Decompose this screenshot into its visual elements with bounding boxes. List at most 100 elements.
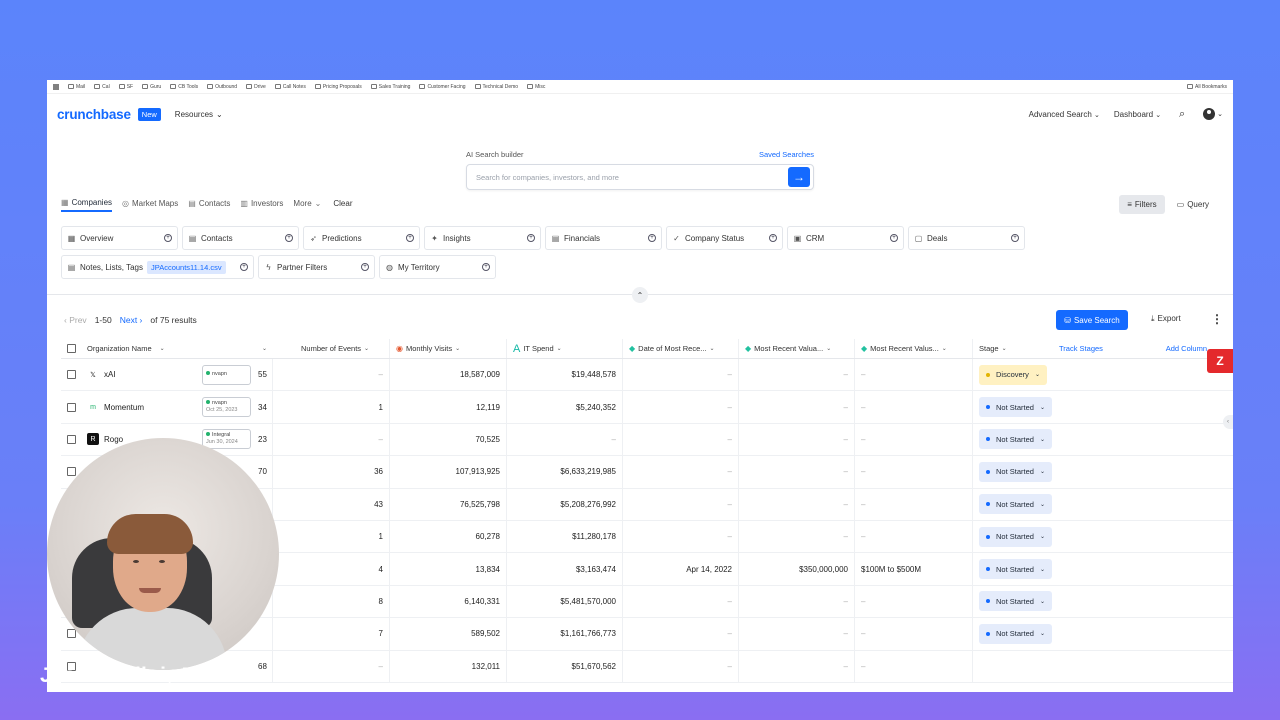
org-name[interactable]: Rogo xyxy=(104,435,123,444)
stage-dropdown[interactable]: Not Started ⌄ xyxy=(979,397,1052,418)
row-select[interactable] xyxy=(61,424,81,455)
table-row[interactable]: 𝕏xAI nvapn 55 – 18,587,009 $19,448,578 – – – Disc… xyxy=(61,359,1233,392)
filter-chip-partner-filters[interactable]: ϟ Partner Filters + xyxy=(258,255,375,279)
filter-chip-contacts[interactable]: ▤ Contacts + xyxy=(182,226,299,250)
export-button[interactable]: ⤓ Export xyxy=(1151,314,1181,324)
stage-dropdown[interactable]: Not Started ⌄ xyxy=(979,429,1052,450)
bookmark-item[interactable]: CB Tools xyxy=(170,84,198,90)
status-pill[interactable]: nvapn Oct 25, 2023 xyxy=(202,397,251,418)
zendesk-icon[interactable]: Z xyxy=(1207,349,1233,373)
col-stage[interactable]: Stage ⌄ xyxy=(973,339,1053,358)
col-events[interactable]: Number of Events ⌄ xyxy=(273,339,390,358)
stage-dropdown[interactable]: Not Started ⌄ xyxy=(979,591,1052,612)
add-circle-icon[interactable]: + xyxy=(1011,234,1019,242)
stage-dropdown[interactable]: Not Started ⌄ xyxy=(979,559,1052,580)
chevron-left-icon[interactable]: ‹ xyxy=(1223,415,1233,429)
query-button[interactable]: ▭ Query xyxy=(1169,195,1217,214)
filter-chip-notes[interactable]: ▤ Notes, Lists, Tags JPAccounts11.14.csv + xyxy=(61,255,254,279)
add-circle-icon[interactable]: + xyxy=(482,263,490,271)
resources-menu[interactable]: Resources ⌄ xyxy=(175,110,223,119)
filter-chip-deals[interactable]: ▢ Deals + xyxy=(908,226,1025,250)
filter-chip-crm[interactable]: ▣ CRM + xyxy=(787,226,904,250)
chevron-up-icon[interactable]: ⌃ xyxy=(632,287,648,303)
stage-dropdown[interactable]: Not Started ⌄ xyxy=(979,494,1052,515)
bookmark-item[interactable]: Call Notes xyxy=(274,84,306,90)
arrow-right-icon[interactable]: → xyxy=(788,167,810,187)
row-select[interactable] xyxy=(61,391,81,422)
add-circle-icon[interactable]: + xyxy=(890,234,898,242)
table-row[interactable]: m Momentum nvapn Oct 25, 2023 34 1 12,119 $5,24… xyxy=(61,391,1233,424)
tab-more[interactable]: More ⌄ xyxy=(293,199,321,211)
next-page-button[interactable]: Next › xyxy=(120,315,143,325)
org-name[interactable]: Momentum xyxy=(104,403,144,412)
add-circle-icon[interactable]: + xyxy=(164,234,172,242)
all-bookmarks[interactable]: All Bookmarks xyxy=(1187,84,1227,90)
filter-chip-financials[interactable]: ▤ Financials + xyxy=(545,226,662,250)
add-circle-icon[interactable]: + xyxy=(769,234,777,242)
add-circle-icon[interactable]: + xyxy=(527,234,535,242)
org-cell[interactable]: m Momentum xyxy=(81,391,200,422)
filter-chip-company-status[interactable]: ✓ Company Status + xyxy=(666,226,783,250)
select-all[interactable] xyxy=(61,339,81,358)
checkbox[interactable] xyxy=(66,434,76,444)
list-tag-pill[interactable]: JPAccounts11.14.csv xyxy=(147,260,226,274)
col-date[interactable]: ◆ Date of Most Rece... ⌄ xyxy=(623,339,739,358)
checkbox[interactable] xyxy=(66,344,76,353)
add-circle-icon[interactable]: + xyxy=(285,234,293,242)
bookmark-item[interactable]: Misc xyxy=(527,84,545,90)
row-select[interactable] xyxy=(61,359,81,390)
checkbox[interactable] xyxy=(66,402,76,412)
col-valuation[interactable]: ◆ Most Recent Valua... ⌄ xyxy=(739,339,855,358)
bookmark-item[interactable]: Pricing Proposals xyxy=(314,84,362,90)
filter-chip-my-territory[interactable]: ◍ My Territory + xyxy=(379,255,496,279)
bookmark-item[interactable]: Outbound xyxy=(207,84,237,90)
more-options-icon[interactable]: ⋮ xyxy=(1211,312,1223,326)
bookmark-item[interactable]: Drive xyxy=(246,84,266,90)
checkbox[interactable] xyxy=(66,370,76,380)
bookmark-item[interactable]: Technical Demo xyxy=(474,84,518,90)
table-row[interactable]: 68 – 132,011 $51,670,562 – – – xyxy=(61,650,1233,683)
dashboard-menu[interactable]: Dashboard ⌄ xyxy=(1114,110,1161,119)
filters-button[interactable]: ≡ Filters xyxy=(1119,195,1165,214)
save-search-button[interactable]: ⛁ Save Search xyxy=(1056,310,1128,330)
stage-dropdown[interactable]: Not Started ⌄ xyxy=(979,623,1052,644)
filter-chip-overview[interactable]: ▦ Overview + xyxy=(61,226,178,250)
bookmark-item[interactable]: Sales Training xyxy=(370,84,410,90)
prev-page-button[interactable]: ‹ Prev xyxy=(64,315,87,325)
bookmark-item[interactable]: SF xyxy=(118,84,133,90)
saved-searches-link[interactable]: Saved Searches xyxy=(759,150,814,159)
col-monthly-visits[interactable]: ◉ Monthly Visits ⌄ xyxy=(390,339,507,358)
add-column-link[interactable]: Add Column xyxy=(1133,339,1213,358)
filter-chip-insights[interactable]: ✦ Insights + xyxy=(424,226,541,250)
add-circle-icon[interactable]: + xyxy=(406,234,414,242)
search-sparkle-icon[interactable]: ⌕ xyxy=(1175,107,1189,121)
status-pill[interactable]: Integral Jun 30, 2024 xyxy=(202,429,251,450)
org-cell[interactable]: 𝕏xAI xyxy=(81,359,200,390)
crunchbase-logo[interactable]: crunchbase xyxy=(57,107,131,122)
bookmark-item[interactable]: Cal xyxy=(94,84,110,90)
filter-chip-predictions[interactable]: ➶ Predictions + xyxy=(303,226,420,250)
bookmark-item[interactable]: Mail xyxy=(68,84,85,90)
stage-dropdown[interactable]: Discovery ⌄ xyxy=(979,364,1047,385)
checkbox[interactable] xyxy=(66,467,76,477)
bookmark-item[interactable]: Guru xyxy=(142,84,161,90)
org-name[interactable]: xAI xyxy=(104,370,116,379)
checkbox[interactable] xyxy=(66,629,76,639)
col-valuation-range[interactable]: ◆ Most Recent Valus... ⌄ xyxy=(855,339,973,358)
col-it-spend[interactable]: A IT Spend ⌄ xyxy=(507,339,623,358)
add-circle-icon[interactable]: + xyxy=(361,263,369,271)
tab-investors[interactable]: ▥ Investors xyxy=(240,199,283,211)
add-circle-icon[interactable]: + xyxy=(648,234,656,242)
bookmark-item[interactable]: Customer Facing xyxy=(419,84,466,90)
advanced-search-menu[interactable]: Advanced Search ⌄ xyxy=(1029,110,1100,119)
tab-market-maps[interactable]: ◎ Market Maps xyxy=(122,199,178,211)
clear-button[interactable]: Clear xyxy=(333,199,352,211)
status-pill[interactable]: nvapn xyxy=(202,364,251,385)
tab-companies[interactable]: ▦ Companies xyxy=(61,198,113,212)
add-circle-icon[interactable]: + xyxy=(240,263,248,271)
account-menu[interactable]: ⌄ xyxy=(1203,108,1223,120)
ai-search-input[interactable]: Search for companies, investors, and mor… xyxy=(466,164,814,190)
track-stages-link[interactable]: Track Stages xyxy=(1053,339,1133,358)
apps-grid-icon[interactable] xyxy=(53,83,59,90)
table-row[interactable]: R Rogo Integral Jun 30, 2024 23 – 70,525 – – – – No… xyxy=(61,423,1233,457)
